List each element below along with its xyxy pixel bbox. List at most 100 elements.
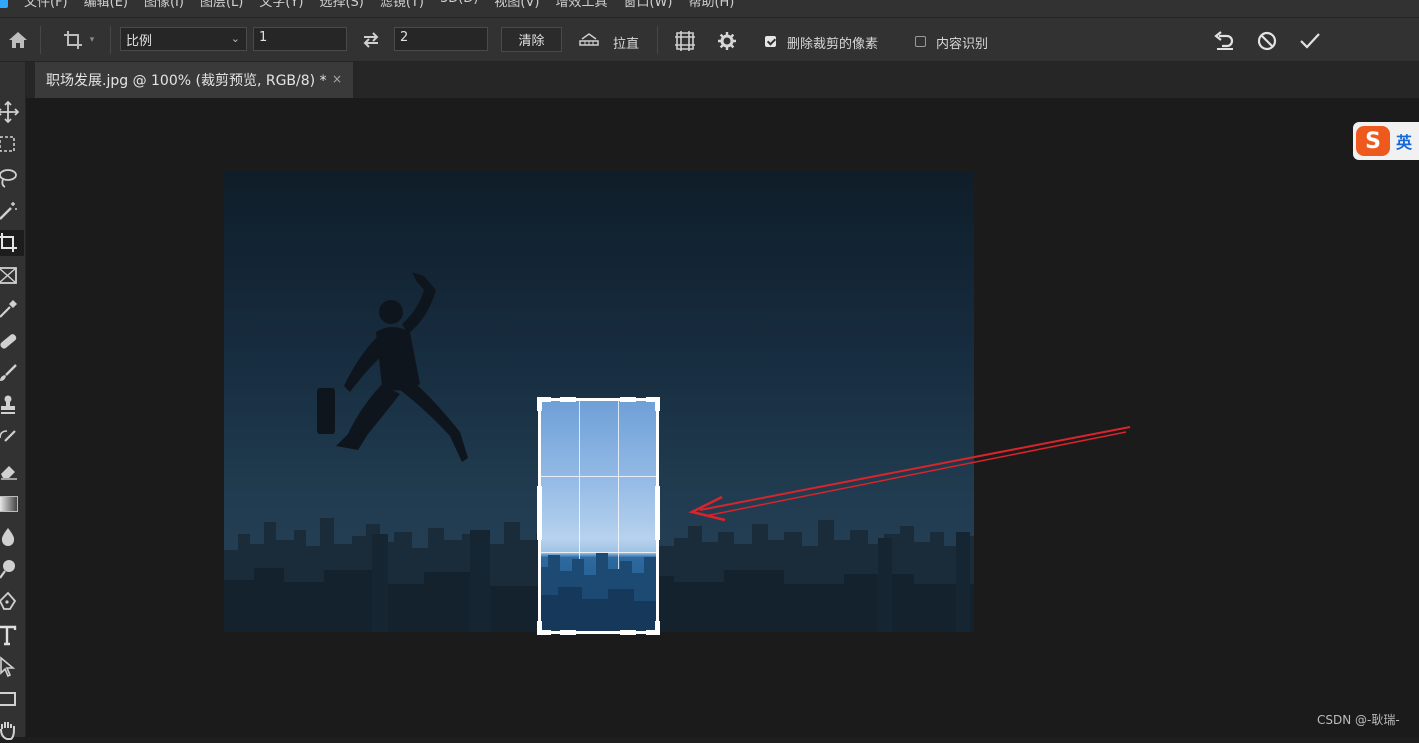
menu-item[interactable]: 文字(Y) — [259, 0, 303, 10]
sogou-logo: S — [1356, 126, 1390, 156]
frame-tool[interactable] — [0, 263, 24, 289]
gradient-tool[interactable] — [0, 491, 24, 517]
menu-item[interactable]: 选择(S) — [319, 0, 363, 10]
crop-handle-right[interactable] — [655, 486, 660, 540]
content-aware-label[interactable]: 内容识别 — [936, 33, 988, 52]
type-tool[interactable] — [0, 622, 24, 648]
bandage-icon — [0, 334, 17, 349]
ratio-select[interactable]: 比例 ⌄ — [120, 27, 247, 51]
photoshop-logo — [0, 0, 8, 8]
pen-tool[interactable] — [0, 589, 24, 615]
rectangle-tool[interactable] — [0, 686, 24, 712]
gradient-icon — [0, 496, 18, 512]
document-tab-bar: 职场发展.jpg @ 100% (裁剪预览, RGB/8) * × — [26, 62, 1419, 98]
separator — [657, 26, 658, 54]
menu-item[interactable]: 帮助(H) — [688, 0, 734, 10]
menu-item[interactable]: 增效工具 — [555, 0, 607, 10]
document-tab-title: 职场发展.jpg @ 100% (裁剪预览, RGB/8) * — [46, 73, 327, 89]
magic-wand-icon — [0, 202, 17, 220]
height-ratio-value: 2 — [400, 30, 409, 45]
blur-tool[interactable] — [0, 524, 24, 550]
stamp-icon — [1, 395, 15, 414]
menu-item[interactable]: 文件(F) — [24, 0, 68, 10]
document-tab[interactable]: 职场发展.jpg @ 100% (裁剪预览, RGB/8) * × — [35, 62, 353, 98]
crop-grid-line — [541, 476, 656, 477]
lasso-tool[interactable] — [0, 165, 24, 191]
crop-handle-left[interactable] — [537, 486, 542, 540]
ime-status-bar[interactable]: S 英 — [1353, 122, 1419, 160]
pen-icon — [0, 591, 17, 610]
drop-icon — [1, 528, 15, 546]
undo-icon[interactable] — [1212, 28, 1238, 54]
frame-icon — [0, 267, 17, 284]
watermark: CSDN @-耿瑞- — [1317, 713, 1400, 727]
menu-item[interactable]: 视图(V) — [494, 0, 539, 10]
separator — [110, 26, 111, 54]
options-bar: ▾ 比例 ⌄ 1 2 清除 拉直 删除裁剪的像素 内容识别 — [0, 17, 1419, 62]
crop-handle-bottom-right[interactable] — [655, 621, 660, 635]
menu-item[interactable]: 图像(I) — [144, 0, 184, 10]
history-brush-tool[interactable] — [0, 426, 24, 452]
crop-icon — [63, 31, 82, 49]
crop-icon — [0, 233, 17, 252]
swap-arrows-icon[interactable] — [358, 29, 384, 51]
width-ratio-value: 1 — [259, 30, 268, 45]
history-brush-icon — [0, 430, 16, 442]
crop-tool-preset[interactable]: ▾ — [55, 28, 101, 52]
menu-item[interactable]: 窗口(W) — [623, 0, 672, 10]
chevron-down-icon: ⌄ — [230, 32, 240, 45]
eyedropper-tool[interactable] — [0, 296, 24, 322]
check-icon[interactable] — [1297, 28, 1323, 54]
healing-brush-tool[interactable] — [0, 328, 24, 354]
marquee-tool[interactable] — [0, 132, 24, 158]
menu-item[interactable]: 滤镜(T) — [380, 0, 424, 10]
close-icon[interactable]: × — [332, 72, 342, 86]
crop-city-preview — [541, 553, 656, 631]
height-ratio-input[interactable]: 2 — [394, 27, 488, 51]
ratio-select-value: 比例 — [126, 34, 153, 49]
crop-handle-bottom-left[interactable] — [537, 621, 542, 635]
crop-handle-bottom[interactable] — [620, 630, 636, 635]
rectangle-icon — [0, 692, 16, 706]
brush-tool[interactable] — [0, 360, 24, 386]
crop-handle-bottom[interactable] — [560, 630, 576, 635]
path-selection-tool[interactable] — [0, 654, 24, 680]
content-aware-checkbox[interactable] — [915, 36, 926, 47]
type-icon — [0, 625, 17, 646]
ime-language: 英 — [1396, 133, 1413, 152]
move-tool[interactable] — [0, 99, 24, 125]
clear-button[interactable]: 清除 — [501, 27, 562, 52]
separator — [40, 26, 41, 54]
straighten-label[interactable]: 拉直 — [613, 33, 639, 52]
menu-item[interactable]: 图层(L) — [200, 0, 243, 10]
menu-bar: 文件(F) 编辑(E) 图像(I) 图层(L) 文字(Y) 选择(S) 滤镜(T) 3D(D)… — [0, 0, 1419, 17]
hand-tool[interactable] — [0, 717, 24, 743]
menu-item[interactable]: 3D(D) — [440, 0, 478, 10]
width-ratio-input[interactable]: 1 — [253, 27, 347, 51]
move-icon — [0, 101, 19, 123]
delete-cropped-label[interactable]: 删除裁剪的像素 — [787, 33, 878, 52]
tools-panel — [0, 62, 26, 740]
straighten-icon[interactable] — [576, 29, 602, 51]
crop-handle-top-left[interactable] — [537, 397, 542, 411]
marquee-icon — [0, 136, 15, 152]
arrow-cursor-icon — [0, 656, 16, 678]
crop-handle-top[interactable] — [620, 397, 636, 402]
crop-tool[interactable] — [0, 230, 24, 256]
grid-icon[interactable] — [672, 28, 698, 54]
eraser-icon — [1, 466, 17, 480]
dodge-tool[interactable] — [0, 556, 24, 582]
crop-preview-box[interactable] — [538, 398, 659, 634]
magic-wand-tool[interactable] — [0, 198, 24, 224]
eraser-tool[interactable] — [0, 458, 24, 484]
clone-stamp-tool[interactable] — [0, 392, 24, 418]
eyedropper-icon — [0, 300, 17, 318]
menu-item[interactable]: 编辑(E) — [84, 0, 128, 10]
cancel-icon[interactable] — [1254, 28, 1280, 54]
brush-icon — [0, 364, 17, 381]
home-icon[interactable] — [6, 28, 30, 52]
crop-handle-top[interactable] — [560, 397, 576, 402]
crop-handle-top-right[interactable] — [655, 397, 660, 411]
delete-cropped-checkbox[interactable] — [765, 36, 776, 47]
gear-icon[interactable] — [714, 28, 740, 54]
